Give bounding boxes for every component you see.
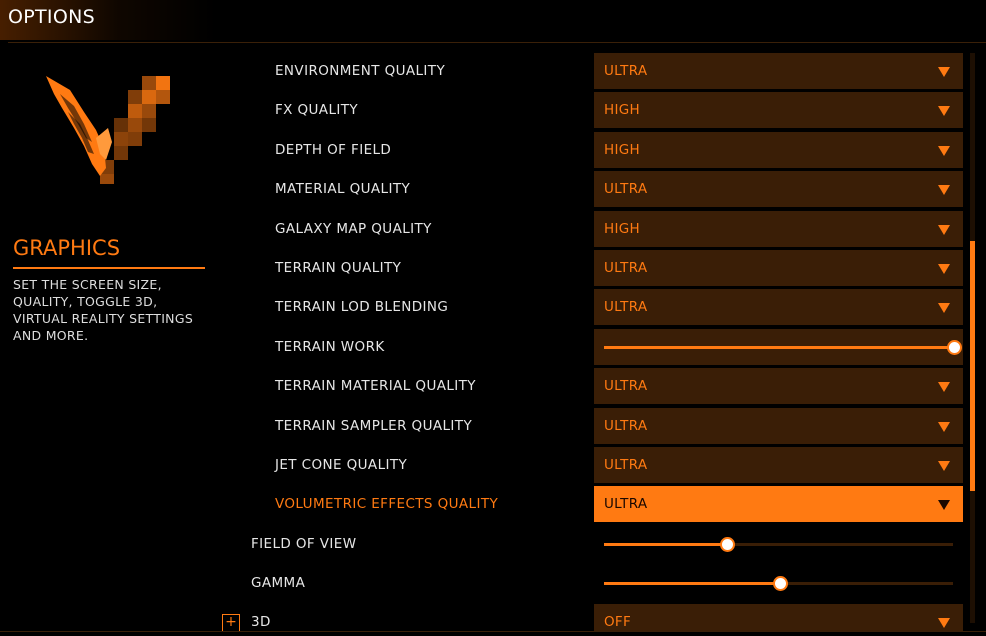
caret-down-icon xyxy=(938,67,950,77)
setting-row-gamma: GAMMA xyxy=(0,565,963,601)
dropdown-value: HIGH xyxy=(604,102,640,118)
caret-down-icon xyxy=(938,303,950,313)
setting-row-terrain-lod-blending: TERRAIN LOD BLENDING ULTRA xyxy=(0,289,963,325)
page-title: OPTIONS xyxy=(8,6,95,28)
setting-row-jet-cone-quality: JET CONE QUALITY ULTRA xyxy=(0,447,963,483)
terrain-quality-dropdown[interactable]: ULTRA xyxy=(594,250,963,286)
caret-down-icon xyxy=(938,106,950,116)
dropdown-value: OFF xyxy=(604,614,632,630)
caret-down-icon xyxy=(938,618,950,628)
gamma-slider[interactable] xyxy=(604,576,953,591)
terrain-sampler-quality-dropdown[interactable]: ULTRA xyxy=(594,408,963,444)
setting-label: JET CONE QUALITY xyxy=(275,457,408,473)
setting-label: MATERIAL QUALITY xyxy=(275,181,411,197)
setting-row-terrain-quality: TERRAIN QUALITY ULTRA xyxy=(0,250,963,286)
depth-of-field-dropdown[interactable]: HIGH xyxy=(594,132,963,168)
title-divider xyxy=(8,42,986,43)
caret-down-icon xyxy=(938,382,950,392)
fx-quality-dropdown[interactable]: HIGH xyxy=(594,92,963,128)
dropdown-value: ULTRA xyxy=(604,457,648,473)
setting-row-terrain-material-quality: TERRAIN MATERIAL QUALITY ULTRA xyxy=(0,368,963,404)
setting-label: FIELD OF VIEW xyxy=(251,536,357,552)
setting-label: TERRAIN QUALITY xyxy=(275,260,402,276)
setting-label: TERRAIN SAMPLER QUALITY xyxy=(275,418,473,434)
setting-label: GAMMA xyxy=(251,575,306,591)
setting-label: TERRAIN LOD BLENDING xyxy=(275,299,449,315)
dropdown-value: ULTRA xyxy=(604,496,648,512)
terrain-work-slider-box xyxy=(594,329,963,365)
setting-row-3d: 3D OFF xyxy=(0,604,963,632)
setting-row-environment-quality: ENVIRONMENT QUALITY ULTRA xyxy=(0,53,963,89)
terrain-work-slider[interactable] xyxy=(604,340,962,355)
slider-handle[interactable] xyxy=(772,576,788,591)
dropdown-value: ULTRA xyxy=(604,378,648,394)
plus-box-icon[interactable]: + xyxy=(222,614,240,632)
slider-fill xyxy=(604,582,779,585)
slider-fill xyxy=(604,346,953,349)
dropdown-value: HIGH xyxy=(604,221,640,237)
bottom-divider xyxy=(0,631,986,632)
setting-row-fx-quality: FX QUALITY HIGH xyxy=(0,92,963,128)
setting-label: GALAXY MAP QUALITY xyxy=(275,221,432,237)
field-of-view-slider[interactable] xyxy=(604,537,953,552)
terrain-lod-blending-dropdown[interactable]: ULTRA xyxy=(594,289,963,325)
dropdown-value: ULTRA xyxy=(604,181,648,197)
setting-row-volumetric-effects-quality: VOLUMETRIC EFFECTS QUALITY ULTRA xyxy=(0,486,963,522)
caret-down-icon xyxy=(938,225,950,235)
setting-label: VOLUMETRIC EFFECTS QUALITY xyxy=(275,496,499,512)
material-quality-dropdown[interactable]: ULTRA xyxy=(594,171,963,207)
setting-row-depth-of-field: DEPTH OF FIELD HIGH xyxy=(0,132,963,168)
scrollbar-thumb[interactable] xyxy=(970,241,975,491)
setting-label: FX QUALITY xyxy=(275,102,359,118)
setting-label: TERRAIN WORK xyxy=(275,339,385,355)
slider-handle[interactable] xyxy=(720,537,736,552)
setting-label: TERRAIN MATERIAL QUALITY xyxy=(275,378,476,394)
dropdown-value: ULTRA xyxy=(604,260,648,276)
caret-down-icon xyxy=(938,500,950,510)
gamma-slider-box xyxy=(594,565,963,601)
setting-row-terrain-sampler-quality: TERRAIN SAMPLER QUALITY ULTRA xyxy=(0,408,963,444)
jet-cone-quality-dropdown[interactable]: ULTRA xyxy=(594,447,963,483)
slider-handle[interactable] xyxy=(947,340,962,355)
setting-label: ENVIRONMENT QUALITY xyxy=(275,63,446,79)
dropdown-value: ULTRA xyxy=(604,63,648,79)
caret-down-icon xyxy=(938,461,950,471)
setting-label: DEPTH OF FIELD xyxy=(275,142,392,158)
caret-down-icon xyxy=(938,264,950,274)
environment-quality-dropdown[interactable]: ULTRA xyxy=(594,53,963,89)
setting-label: 3D xyxy=(251,614,271,630)
terrain-material-quality-dropdown[interactable]: ULTRA xyxy=(594,368,963,404)
scrollbar[interactable] xyxy=(970,53,975,623)
caret-down-icon xyxy=(938,146,950,156)
setting-row-galaxy-map-quality: GALAXY MAP QUALITY HIGH xyxy=(0,211,963,247)
dropdown-value: HIGH xyxy=(604,142,640,158)
setting-row-field-of-view: FIELD OF VIEW xyxy=(0,526,963,562)
title-bar: OPTIONS xyxy=(0,0,986,40)
slider-fill xyxy=(604,543,727,546)
dropdown-value: ULTRA xyxy=(604,418,648,434)
dropdown-value: ULTRA xyxy=(604,299,648,315)
setting-row-terrain-work: TERRAIN WORK xyxy=(0,329,963,365)
volumetric-effects-quality-dropdown[interactable]: ULTRA xyxy=(594,486,963,522)
caret-down-icon xyxy=(938,422,950,432)
3d-dropdown[interactable]: OFF xyxy=(594,604,963,632)
setting-row-material-quality: MATERIAL QUALITY ULTRA xyxy=(0,171,963,207)
caret-down-icon xyxy=(938,185,950,195)
field-of-view-slider-box xyxy=(594,526,963,562)
galaxy-map-quality-dropdown[interactable]: HIGH xyxy=(594,211,963,247)
